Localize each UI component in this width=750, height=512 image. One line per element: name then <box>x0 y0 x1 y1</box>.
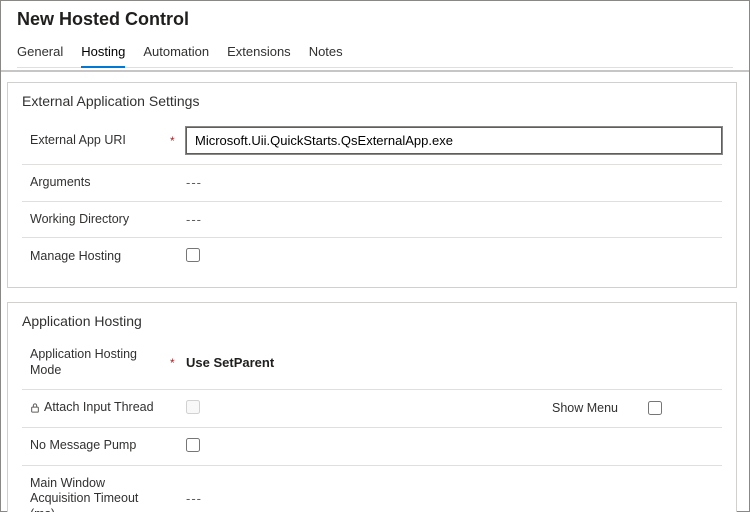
manage-hosting-checkbox[interactable] <box>186 248 200 262</box>
tab-hosting[interactable]: Hosting <box>81 38 125 67</box>
required-indicator: * <box>170 134 178 148</box>
label-text: Attach Input Thread <box>44 400 154 416</box>
field-label: No Message Pump <box>22 438 162 454</box>
attach-input-thread-checkbox <box>186 400 200 414</box>
field-label-attach-input-thread: Attach Input Thread <box>22 400 162 416</box>
hosting-mode-value[interactable]: Use SetParent <box>186 355 722 370</box>
required-indicator: * <box>170 356 178 370</box>
section-title: Application Hosting <box>22 313 722 329</box>
field-no-message-pump: No Message Pump <box>22 428 722 466</box>
section-application-hosting: Application Hosting Application Hosting … <box>7 302 737 512</box>
tab-automation[interactable]: Automation <box>143 38 209 67</box>
section-title: External Application Settings <box>22 93 722 109</box>
page-title: New Hosted Control <box>17 9 733 30</box>
field-external-app-uri: External App URI * <box>22 117 722 165</box>
section-external-application-settings: External Application Settings External A… <box>7 82 737 288</box>
no-message-pump-checkbox[interactable] <box>186 438 200 452</box>
form-scroll-area[interactable]: External Application Settings External A… <box>1 70 749 512</box>
field-manage-hosting: Manage Hosting <box>22 238 722 275</box>
field-arguments: Arguments --- <box>22 165 722 202</box>
field-main-window-timeout: Main Window Acquisition Timeout (ms) --- <box>22 466 722 512</box>
field-working-directory: Working Directory --- <box>22 202 722 239</box>
field-label: Application Hosting Mode <box>22 347 162 378</box>
field-label: Working Directory <box>22 212 162 228</box>
tab-extensions[interactable]: Extensions <box>227 38 291 67</box>
field-label: Arguments <box>22 175 162 191</box>
working-directory-value[interactable]: --- <box>186 212 722 227</box>
field-label: Manage Hosting <box>22 249 162 265</box>
show-menu-label: Show Menu <box>552 401 618 415</box>
lock-icon <box>30 402 40 414</box>
arguments-value[interactable]: --- <box>186 175 722 190</box>
timeout-value[interactable]: --- <box>186 491 722 506</box>
show-menu-checkbox[interactable] <box>648 401 662 415</box>
tab-notes[interactable]: Notes <box>309 38 343 67</box>
field-attach-input-thread-row: Attach Input Thread Show Menu <box>22 390 722 428</box>
tab-bar: General Hosting Automation Extensions No… <box>17 38 733 68</box>
external-app-uri-input[interactable] <box>186 127 722 154</box>
tab-general[interactable]: General <box>17 38 63 67</box>
field-hosting-mode: Application Hosting Mode * Use SetParent <box>22 337 722 389</box>
field-label: External App URI <box>22 133 162 149</box>
field-label: Main Window Acquisition Timeout (ms) <box>22 476 162 512</box>
